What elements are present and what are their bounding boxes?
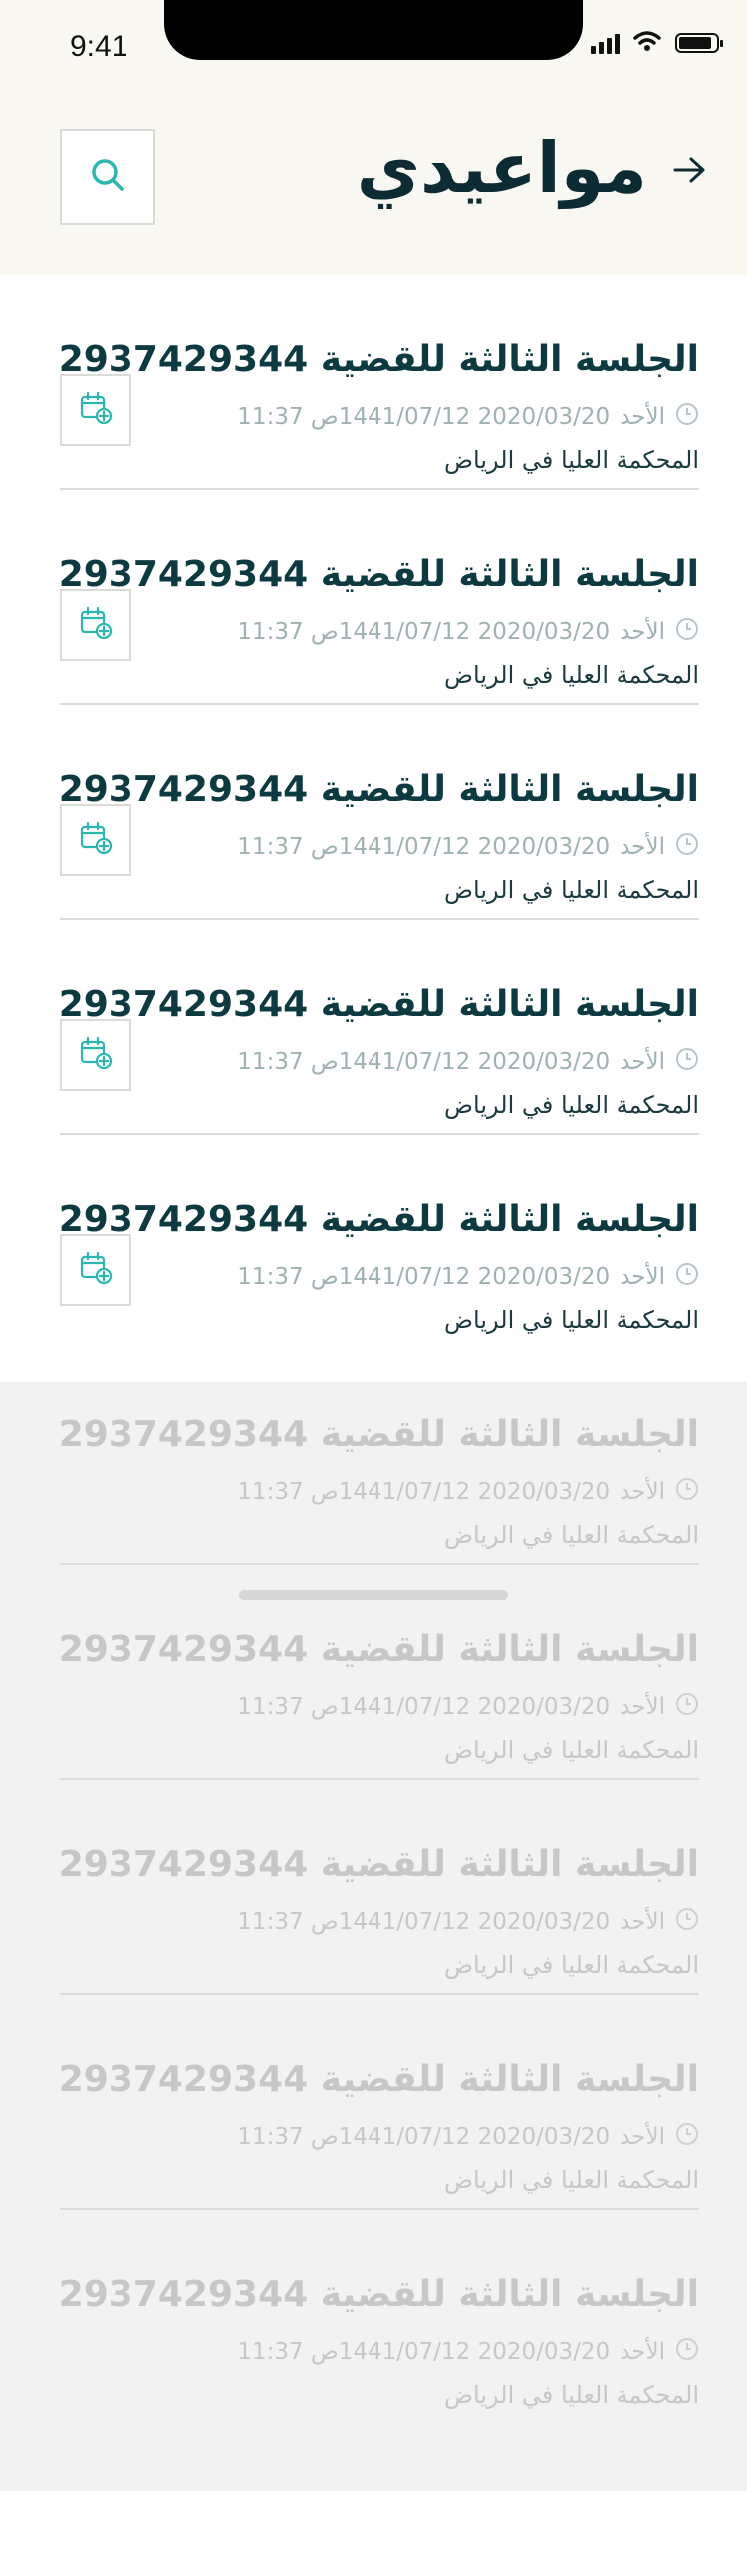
- wifi-icon: [633, 30, 661, 56]
- appointment-court: المحكمة العليا في الرياض: [444, 661, 699, 689]
- clock-icon: [675, 1262, 699, 1292]
- appointment-court: المحكمة العليا في الرياض: [444, 2381, 699, 2409]
- appointment-datetime: 2020/03/20 1441/07/12ص 11:37: [237, 2124, 611, 2150]
- appointment-court: المحكمة العليا في الرياض: [444, 1306, 699, 1334]
- clock-icon: [675, 617, 699, 647]
- appointment-court: المحكمة العليا في الرياض: [444, 1521, 699, 1549]
- add-to-calendar-button[interactable]: [60, 1234, 131, 1306]
- appointment-day: الأحد: [620, 404, 665, 430]
- appointment-datetime: 2020/03/20 1441/07/12ص 11:37: [237, 404, 611, 430]
- system-icons: [591, 30, 723, 56]
- appointment-datetime: 2020/03/20 1441/07/12ص 11:37: [237, 619, 611, 645]
- appointment-meta: الأحد 2020/03/20 1441/07/12ص 11:37: [237, 1907, 699, 1937]
- appointment-title: الجلسة الثالثة للقضية 2937429344: [58, 1629, 699, 1670]
- add-to-calendar-button[interactable]: [60, 589, 131, 661]
- appointment-meta: الأحد 2020/03/20 1441/07/12ص 11:37: [237, 617, 699, 647]
- appointment-meta: الأحد 2020/03/20 1441/07/12ص 11:37: [237, 832, 699, 862]
- appointment-title: الجلسة الثالثة للقضية 2937429344: [58, 769, 699, 810]
- appointment-title: الجلسة الثالثة للقضية 2937429344: [58, 339, 699, 380]
- appointment-title: الجلسة الثالثة للقضية 2937429344: [58, 984, 699, 1025]
- appointment-day: الأحد: [620, 834, 665, 860]
- add-to-calendar-button[interactable]: [60, 804, 131, 876]
- signal-icon: [591, 32, 620, 54]
- page-title: مواعيدي: [356, 127, 647, 209]
- page-bottom: [0, 2491, 747, 2576]
- appointment-court: المحكمة العليا في الرياض: [444, 1951, 699, 1979]
- clock-icon: [675, 832, 699, 862]
- calendar-plus-icon: [79, 1036, 113, 1074]
- appointment-datetime: 2020/03/20 1441/07/12ص 11:37: [237, 1264, 611, 1290]
- appointment-datetime: 2020/03/20 1441/07/12ص 11:37: [237, 834, 611, 860]
- appointment-day: الأحد: [620, 1049, 665, 1075]
- appointment-title: الجلسة الثالثة للقضية 2937429344: [58, 1844, 699, 1885]
- appointment-day: الأحد: [620, 1264, 665, 1290]
- arrow-right-icon[interactable]: [673, 149, 707, 195]
- calendar-plus-icon: [79, 606, 113, 644]
- appointment-meta: الأحد 2020/03/20 1441/07/12ص 11:37: [237, 2122, 699, 2152]
- appointment-datetime: 2020/03/20 1441/07/12ص 11:37: [237, 2339, 611, 2365]
- appointment-meta: الأحد 2020/03/20 1441/07/12ص 11:37: [237, 2337, 699, 2367]
- clock-icon: [675, 1477, 699, 1507]
- appointment-meta: الأحد 2020/03/20 1441/07/12ص 11:37: [237, 1477, 699, 1507]
- status-time: 9:41: [70, 30, 128, 63]
- notch: [164, 0, 583, 60]
- clock-icon: [675, 1047, 699, 1077]
- battery-icon: [675, 33, 723, 53]
- appointment-datetime: 2020/03/20 1441/07/12ص 11:37: [237, 1909, 611, 1935]
- home-indicator[interactable]: [239, 1590, 508, 1600]
- appointment-day: الأحد: [620, 1694, 665, 1720]
- clock-icon: [675, 2337, 699, 2367]
- list-item[interactable]: الجلسة الثالثة للقضية 2937429344 الأحد 2…: [58, 275, 699, 490]
- appointment-day: الأحد: [620, 1909, 665, 1935]
- clock-icon: [675, 1907, 699, 1937]
- appointment-meta: الأحد 2020/03/20 1441/07/12ص 11:37: [237, 1262, 699, 1292]
- appointment-title: الجلسة الثالثة للقضية 2937429344: [58, 2274, 699, 2315]
- calendar-plus-icon: [79, 1251, 113, 1289]
- appointment-court: المحكمة العليا في الرياض: [444, 1736, 699, 1764]
- list-item[interactable]: الجلسة الثالثة للقضية 2937429344 الأحد 2…: [58, 920, 699, 1135]
- search-icon: [89, 156, 126, 198]
- list-item[interactable]: الجلسة الثالثة للقضية 2937429344 الأحد 2…: [58, 1135, 699, 1350]
- add-to-calendar-button[interactable]: [60, 1019, 131, 1091]
- list-item[interactable]: الجلسة الثالثة للقضية 2937429344 الأحد 2…: [58, 1780, 699, 1995]
- appointment-title: الجلسة الثالثة للقضية 2937429344: [58, 1199, 699, 1240]
- appointment-court: المحكمة العليا في الرياض: [444, 1091, 699, 1119]
- appointment-datetime: 2020/03/20 1441/07/12ص 11:37: [237, 1479, 611, 1505]
- list-item[interactable]: الجلسة الثالثة للقضية 2937429344 الأحد 2…: [58, 1995, 699, 2210]
- appointment-meta: الأحد 2020/03/20 1441/07/12ص 11:37: [237, 1047, 699, 1077]
- appointment-datetime: 2020/03/20 1441/07/12ص 11:37: [237, 1694, 611, 1720]
- appointment-title: الجلسة الثالثة للقضية 2937429344: [58, 1414, 699, 1455]
- appointment-title: الجلسة الثالثة للقضية 2937429344: [58, 2059, 699, 2100]
- clock-icon: [675, 2122, 699, 2152]
- appointment-meta: الأحد 2020/03/20 1441/07/12ص 11:37: [237, 402, 699, 432]
- appointment-title: الجلسة الثالثة للقضية 2937429344: [58, 554, 699, 595]
- appointment-meta: الأحد 2020/03/20 1441/07/12ص 11:37: [237, 1692, 699, 1722]
- appointment-court: المحكمة العليا في الرياض: [444, 2166, 699, 2194]
- list-item[interactable]: الجلسة الثالثة للقضية 2937429344 الأحد 2…: [58, 1350, 699, 1565]
- clock-icon: [675, 1692, 699, 1722]
- calendar-plus-icon: [79, 821, 113, 859]
- list-item[interactable]: الجلسة الثالثة للقضية 2937429344 الأحد 2…: [58, 705, 699, 920]
- list-item[interactable]: الجلسة الثالثة للقضية 2937429344 الأحد 2…: [58, 2210, 699, 2425]
- appointment-court: المحكمة العليا في الرياض: [444, 446, 699, 474]
- appointment-day: الأحد: [620, 619, 665, 645]
- appointment-datetime: 2020/03/20 1441/07/12ص 11:37: [237, 1049, 611, 1075]
- status-bar: 9:41: [0, 0, 747, 90]
- appointment-day: الأحد: [620, 2339, 665, 2365]
- clock-icon: [675, 402, 699, 432]
- calendar-plus-icon: [79, 391, 113, 429]
- appointment-court: المحكمة العليا في الرياض: [444, 876, 699, 904]
- list-item[interactable]: الجلسة الثالثة للقضية 2937429344 الأحد 2…: [58, 490, 699, 705]
- appointment-day: الأحد: [620, 2124, 665, 2150]
- appointment-day: الأحد: [620, 1479, 665, 1505]
- add-to-calendar-button[interactable]: [60, 374, 131, 446]
- search-button[interactable]: [60, 129, 155, 225]
